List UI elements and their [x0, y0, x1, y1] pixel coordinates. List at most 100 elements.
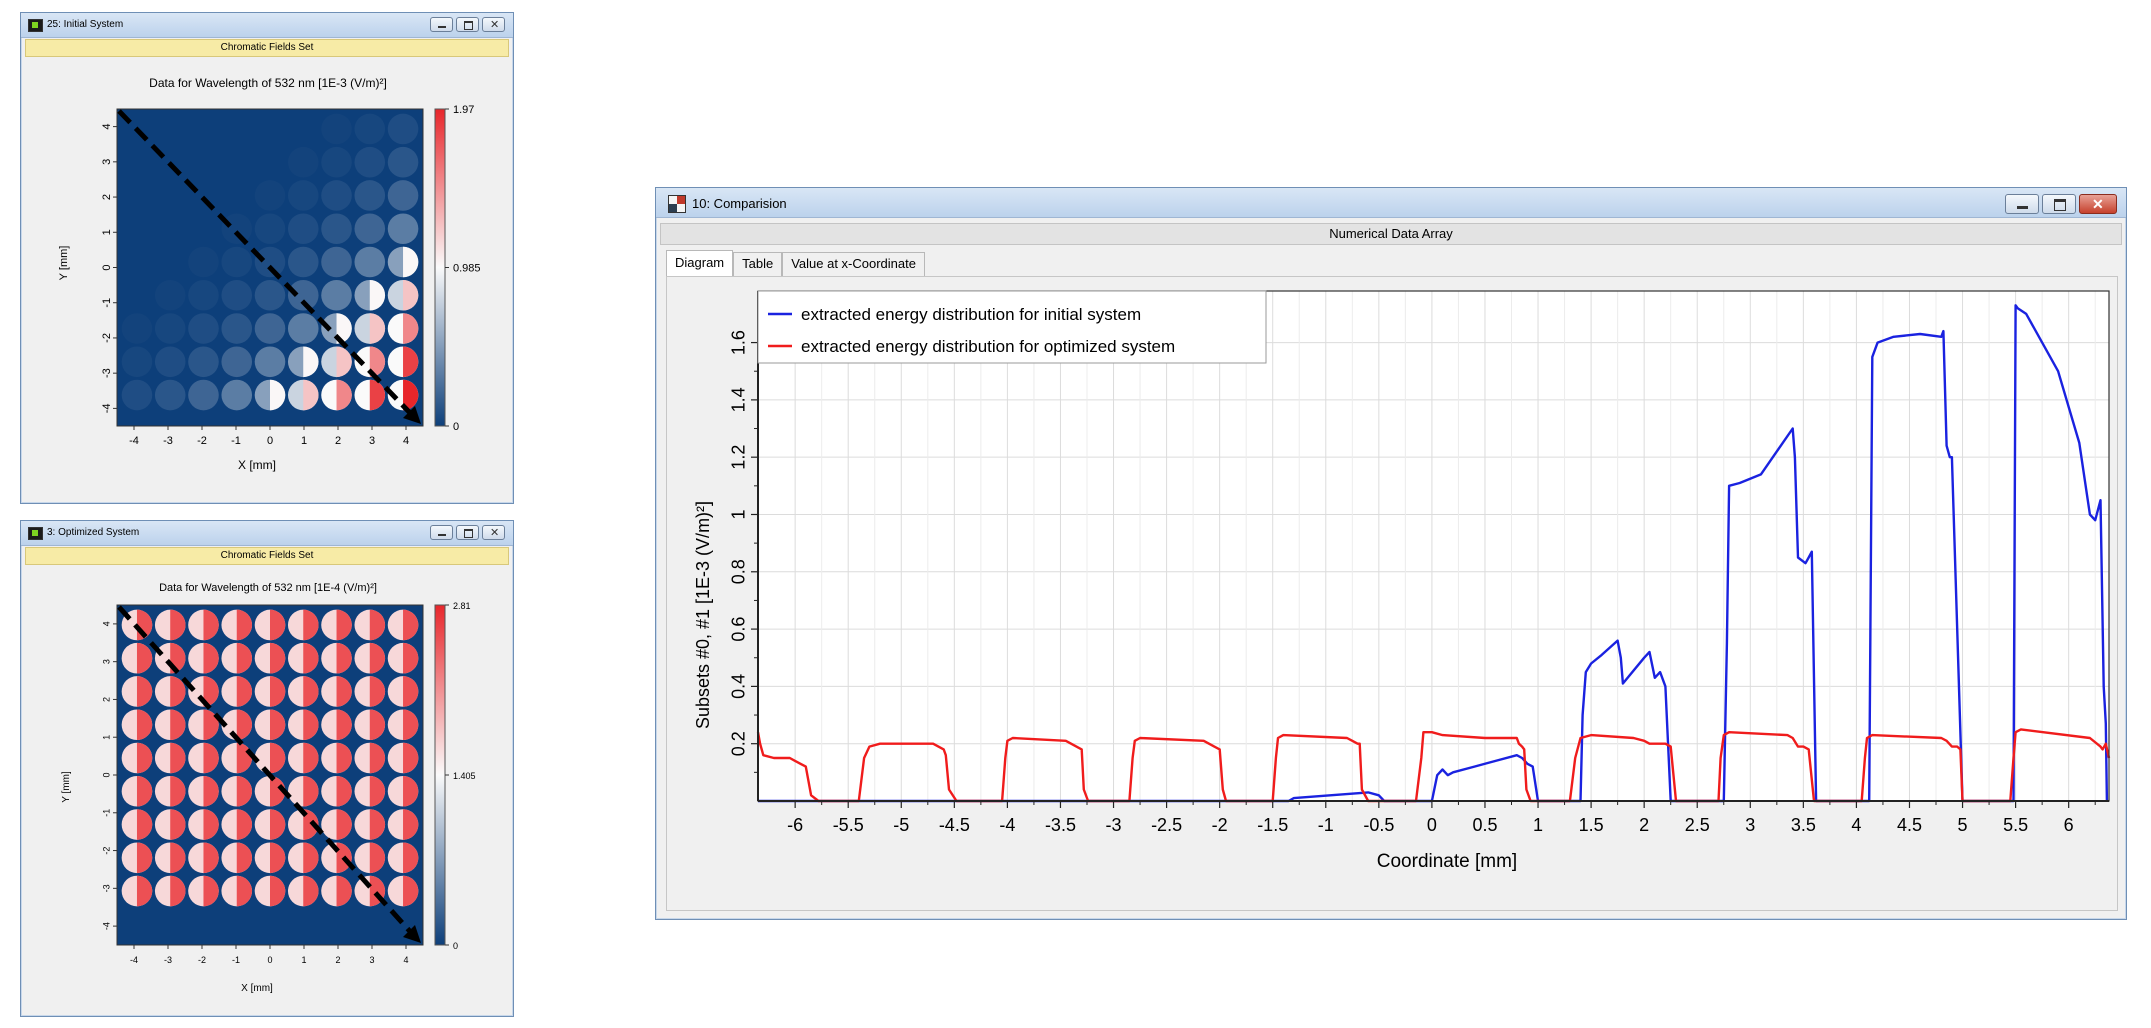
comparison-titlebar[interactable]: 10: Comparision ✕	[656, 188, 2126, 218]
window-title: 25: Initial System	[47, 19, 124, 30]
field-spot	[254, 180, 286, 211]
optimized-system-titlebar[interactable]: 3: Optimized System ✕	[21, 521, 513, 546]
field-spot	[354, 113, 386, 145]
field-spot	[387, 213, 419, 245]
field-spot	[287, 146, 319, 178]
y-tick-label: -2	[101, 333, 113, 343]
minimize-button[interactable]	[430, 17, 453, 32]
tab-diagram[interactable]: Diagram	[666, 250, 734, 276]
x-tick-label: -3.5	[1045, 815, 1076, 835]
x-tick-label: -2	[1212, 815, 1228, 835]
field-spot	[221, 379, 253, 411]
field-spot	[321, 146, 352, 178]
y-tick-label: 1.6	[729, 330, 749, 355]
x-tick-label: 1	[301, 955, 306, 965]
field-spot	[221, 279, 253, 311]
x-tick-label: 2	[335, 435, 341, 447]
x-tick-label: 5	[1958, 815, 1968, 835]
tab-value-at-x-coordinate[interactable]: Value at x-Coordinate	[782, 252, 925, 276]
x-tick-label: 5.5	[2003, 815, 2028, 835]
field-spot	[121, 313, 153, 344]
plot-area	[758, 291, 2109, 801]
y-tick-label: 1	[729, 509, 749, 519]
colorbar-label: 0.985	[453, 263, 481, 275]
field-spot	[154, 346, 186, 378]
optimized-field-plot[interactable]: Data for Wavelength of 532 nm [1E-4 (V/m…	[25, 567, 511, 1013]
close-button[interactable]: ✕	[482, 525, 505, 540]
x-axis-label: X [mm]	[241, 983, 273, 994]
maximize-button[interactable]	[456, 17, 479, 32]
field-spot	[154, 279, 186, 311]
field-spot	[321, 113, 352, 145]
x-tick-label: 3	[369, 955, 374, 965]
x-tick-label: -2.5	[1151, 815, 1182, 835]
field-spot	[221, 246, 253, 278]
y-axis-label: Y [mm]	[61, 771, 72, 803]
x-tick-label: -4.5	[939, 815, 970, 835]
field-spot	[188, 246, 219, 278]
x-tick-label: 3	[1745, 815, 1755, 835]
x-tick-label: 0	[267, 955, 272, 965]
minimize-button[interactable]	[2005, 194, 2039, 214]
chromatic-fields-header: Chromatic Fields Set	[25, 547, 509, 565]
maximize-icon	[464, 21, 473, 30]
x-tick-label: 6	[2064, 815, 2074, 835]
x-tick-label: -1	[1318, 815, 1334, 835]
x-tick-label: 4	[403, 435, 409, 447]
initial-system-window: 25: Initial System ✕ Chromatic Fields Se…	[20, 12, 514, 504]
colorbar-strip	[434, 108, 446, 427]
colorbar: 1.97 0.985 0	[434, 104, 481, 433]
field-app-icon	[28, 527, 43, 540]
x-tick-label: 2	[335, 955, 340, 965]
minimize-button[interactable]	[430, 525, 453, 540]
y-tick-label: 0.6	[729, 617, 749, 642]
initial-field-plot[interactable]: Data for Wavelength of 532 nm [1E-3 (V/m…	[25, 59, 511, 499]
field-spot	[221, 213, 253, 245]
y-tick-label: 1.4	[729, 387, 749, 412]
colorbar-label: 0	[453, 941, 458, 951]
minimize-icon	[438, 26, 446, 28]
tab-table[interactable]: Table	[733, 252, 783, 276]
chart-legend: extracted energy distribution for initia…	[757, 290, 1267, 364]
x-tick-label: 2	[1639, 815, 1649, 835]
plot-title: Data for Wavelength of 532 nm [1E-4 (V/m…	[159, 582, 377, 594]
y-tick-label: 2	[101, 194, 113, 200]
field-spot	[188, 346, 219, 378]
chromatic-fields-header: Chromatic Fields Set	[25, 39, 509, 57]
chart-y-axis-label: Subsets #0, #1 [1E-3 (V/m)²]	[693, 501, 713, 729]
colorbar-label: 2.81	[453, 601, 471, 611]
chart-grid	[758, 291, 2109, 801]
legend-label-initial: extracted energy distribution for initia…	[801, 305, 1141, 324]
x-tick-label: 0	[1427, 815, 1437, 835]
x-tick-label: -4	[129, 435, 139, 447]
comparison-line-chart[interactable]: -6 -5.5 -5 -4.5 -4 -3.5 -3 -2.5 -2 -1.5 -1 -0.5 0 0.5…	[667, 277, 2117, 910]
x-tick-label: -0.5	[1363, 815, 1394, 835]
field-spot	[387, 113, 419, 145]
close-button[interactable]: ✕	[482, 17, 505, 32]
field-spot	[154, 313, 186, 344]
field-spot	[354, 146, 386, 178]
x-tick-label: 2.5	[1685, 815, 1710, 835]
plot-title: Data for Wavelength of 532 nm [1E-3 (V/m…	[149, 76, 387, 90]
field-spot	[387, 180, 419, 211]
colorbar-strip	[434, 604, 446, 946]
maximize-button[interactable]	[456, 525, 479, 540]
x-tick-label: 0.5	[1472, 815, 1497, 835]
initial-system-titlebar[interactable]: 25: Initial System ✕	[21, 13, 513, 38]
field-spot	[121, 379, 153, 411]
field-spot	[321, 279, 352, 311]
close-button[interactable]: ✕	[2079, 194, 2117, 214]
field-spot	[188, 279, 219, 311]
x-tick-label: 4	[1851, 815, 1861, 835]
comparison-window: 10: Comparision ✕ Numerical Data Array D…	[655, 187, 2127, 920]
y-tick-label: 2	[101, 697, 111, 702]
y-tick-label: 3	[101, 159, 113, 165]
subheader-label: Numerical Data Array	[1329, 226, 1453, 241]
maximize-button[interactable]	[2042, 194, 2076, 214]
x-tick-label: -2	[198, 955, 206, 965]
field-spot	[287, 313, 319, 344]
subheader-label: Chromatic Fields Set	[220, 550, 314, 561]
field-spot	[254, 313, 286, 344]
close-icon: ✕	[490, 527, 500, 539]
colorbar-label: 1.97	[453, 104, 474, 116]
